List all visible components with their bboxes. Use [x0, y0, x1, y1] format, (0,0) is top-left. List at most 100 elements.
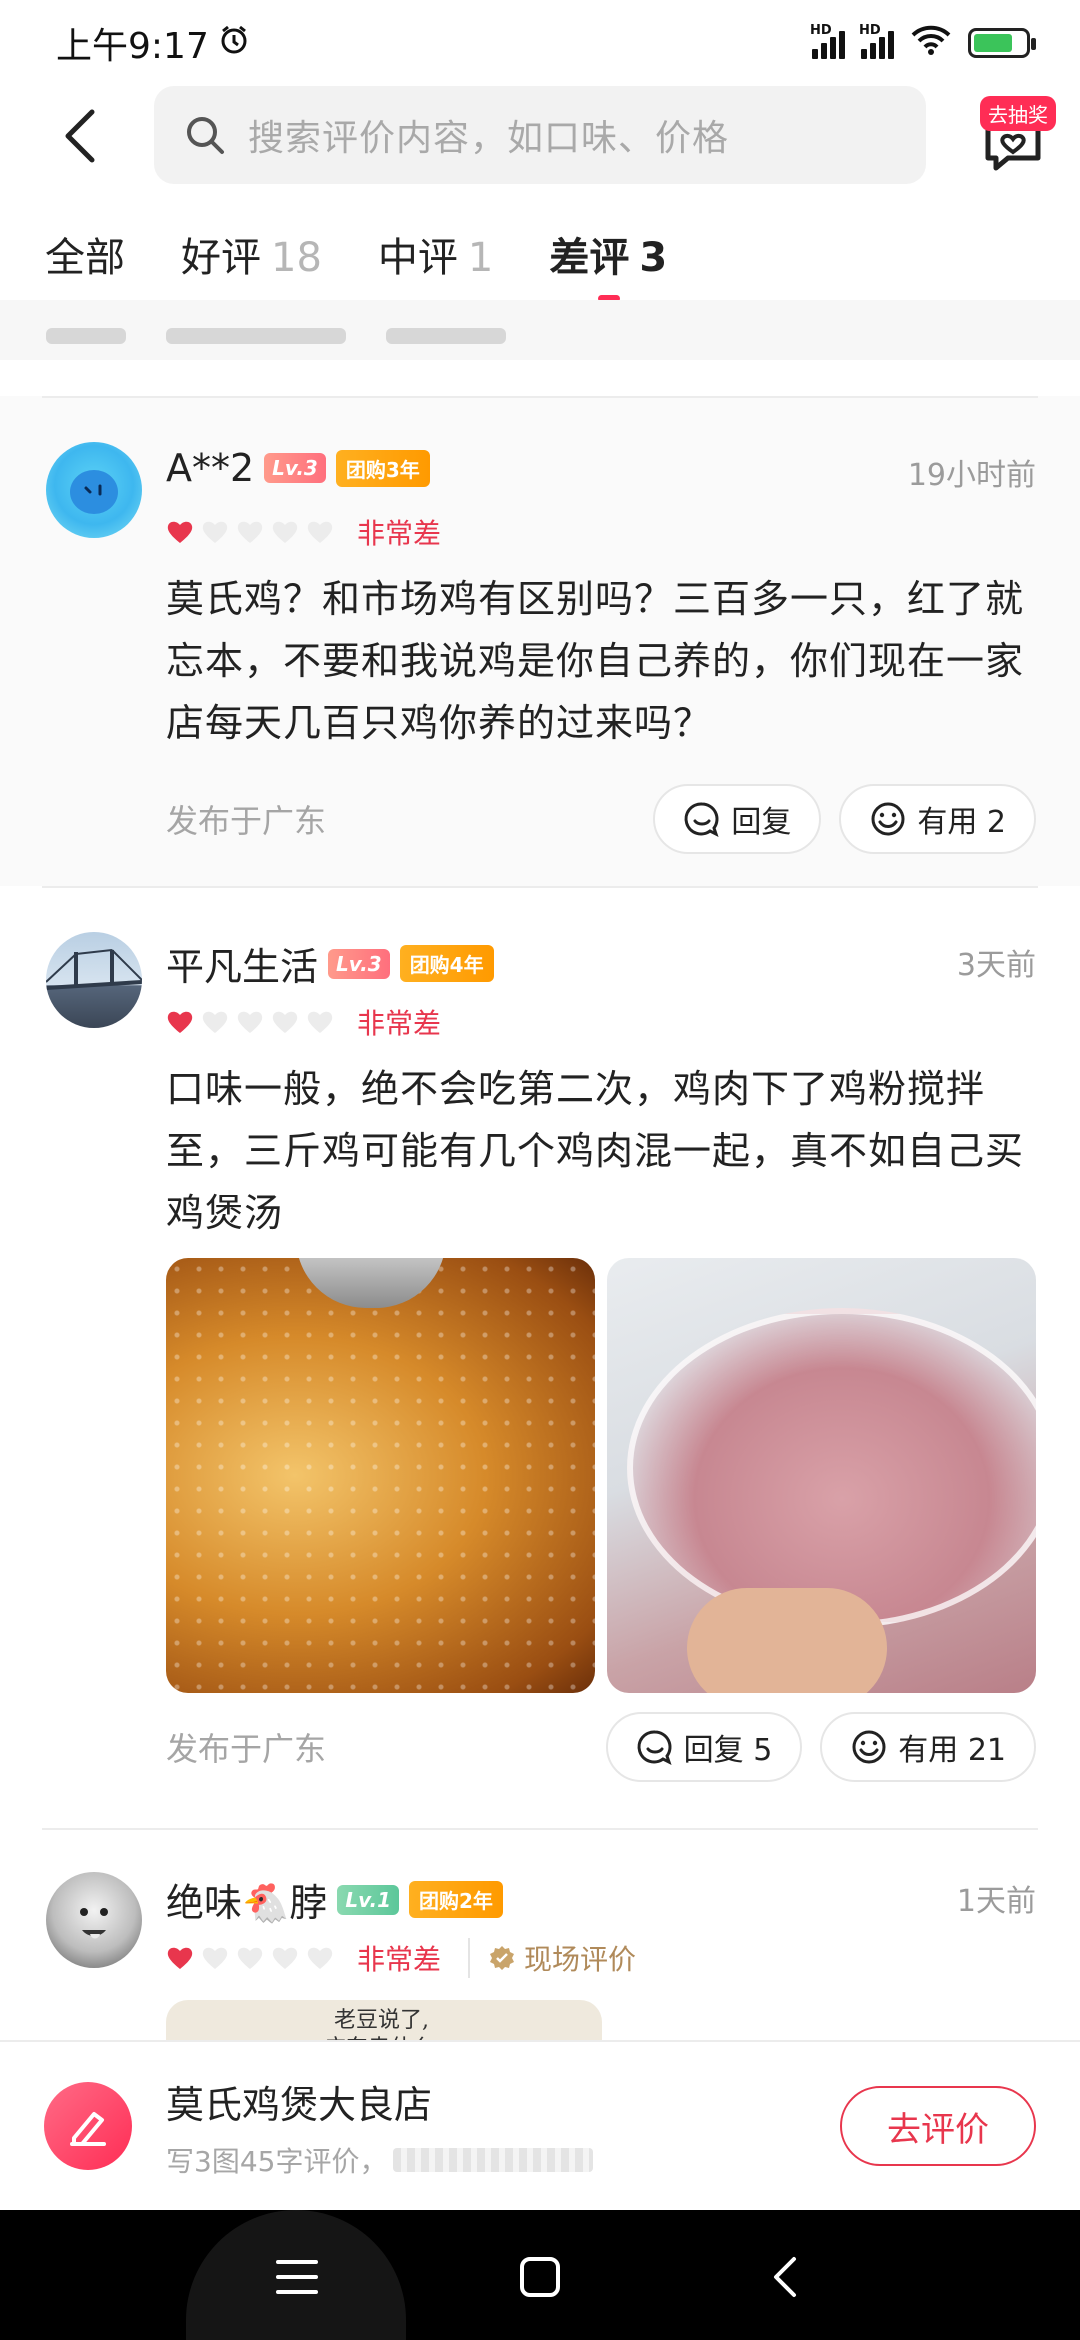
heart-empty-icon — [272, 1011, 298, 1033]
home-button[interactable] — [505, 2242, 575, 2312]
heart-filled-icon — [167, 1011, 193, 1033]
status-time: 上午9:17 — [56, 17, 249, 69]
review-hint: 写3图45字评价， — [166, 2140, 594, 2180]
review-time: 3天前 — [956, 948, 1036, 983]
heart-empty-icon — [307, 521, 333, 543]
location-text: 发布于广东 — [166, 1730, 327, 1768]
smile-icon — [871, 802, 905, 836]
search-icon — [187, 117, 224, 154]
useful-button[interactable]: 有用 21 — [820, 1712, 1036, 1782]
reply-button[interactable]: 回复 5 — [605, 1712, 803, 1782]
rating-text: 非常差 — [357, 1943, 442, 1976]
level-badge: Lv.1 — [337, 1884, 399, 1915]
wifi-icon — [910, 24, 952, 62]
photo-text: 广东卖什么. — [324, 2030, 441, 2040]
menu-button[interactable] — [262, 2242, 332, 2312]
heart-empty-icon — [307, 1011, 333, 1033]
heart-filled-icon — [167, 521, 193, 543]
write-review-bar: 莫氏鸡煲大良店 写3图45字评价， 去评价 — [0, 2040, 1080, 2210]
level-badge: Lv.3 — [264, 453, 326, 483]
scrolled-content-remnant — [0, 300, 1080, 360]
shop-name: 莫氏鸡煲大良店 — [166, 2083, 433, 2127]
tab-negative[interactable]: 差评 3 — [549, 225, 668, 302]
level-badge: Lv.3 — [328, 948, 390, 979]
divider — [42, 396, 1038, 398]
review-content: 莫氏鸡？和市场鸡有区别吗？三百多一只，红了就忘本，不要和我说鸡是你自己养的，你们… — [166, 577, 1025, 745]
review-footer: 发布于广东 回复 有用 2 — [166, 784, 1036, 854]
heart-empty-icon — [307, 1947, 333, 1969]
user-info: A**2 Lv.3 团购3年 — [166, 446, 430, 490]
review-photo[interactable] — [607, 1258, 1036, 1693]
user-info: 绝味🐔脖 Lv.1 团购2年 — [166, 1872, 503, 1927]
verified-icon — [490, 1946, 515, 1970]
search-input[interactable]: 搜索评价内容，如口味、价格 — [154, 86, 926, 184]
tab-count: 1 — [467, 235, 494, 281]
rating-row: 非常差 — [166, 1002, 441, 1042]
chevron-left-icon — [65, 109, 95, 163]
back-icon — [774, 2257, 796, 2297]
comment-icon — [684, 802, 719, 837]
write-review-button[interactable]: 去评价 — [840, 2086, 1036, 2166]
avatar[interactable] — [46, 1872, 142, 1968]
home-square-icon — [520, 2257, 560, 2297]
lottery-button[interactable]: 去抽奖 — [960, 88, 1056, 178]
search-placeholder: 搜索评价内容，如口味、价格 — [248, 118, 730, 159]
status-icons: HD HD — [810, 23, 1036, 62]
signal-icon: HD — [810, 23, 845, 59]
comment-icon — [637, 1730, 672, 1765]
heart-filled-icon — [167, 1947, 193, 1969]
review-card: 绝味🐔脖 Lv.1 团购2年 1天前 非常差 现场评价 老豆说了, 广东卖什么. — [0, 1828, 1080, 2040]
nav-back-button[interactable] — [750, 2242, 820, 2312]
review-card: 平凡生活 Lv.3 团购4年 3天前 非常差 口味一般，绝不会吃第二次，鸡肉下了… — [0, 886, 1080, 1828]
heart-empty-icon — [202, 521, 228, 543]
onsite-review-badge: 现场评价 — [468, 1938, 636, 1978]
rating-row: 非常差 现场评价 — [166, 1938, 636, 1978]
lottery-tag: 去抽奖 — [980, 96, 1056, 131]
tuan-badge: 团购4年 — [399, 945, 494, 982]
rating-text: 非常差 — [357, 517, 442, 550]
review-photo[interactable] — [166, 1258, 595, 1693]
alarm-icon — [219, 23, 249, 64]
useful-button[interactable]: 有用 2 — [839, 784, 1036, 854]
divider — [42, 1828, 1038, 1830]
username[interactable]: 平凡生活 — [166, 936, 318, 991]
review-time: 1天前 — [956, 1884, 1036, 1919]
location-text: 发布于广东 — [166, 802, 327, 840]
username[interactable]: A**2 — [166, 446, 254, 490]
review-footer: 发布于广东 回复 5 有用 21 — [166, 1712, 1036, 1782]
review-card: A**2 Lv.3 团购3年 19小时前 非常差 莫氏鸡？和市场鸡有区别吗？三百… — [0, 396, 1080, 886]
heart-empty-icon — [202, 1947, 228, 1969]
blurred-text — [393, 2148, 594, 2172]
review-photo[interactable]: 老豆说了, 广东卖什么. — [166, 2000, 602, 2040]
rating-text: 非常差 — [357, 1007, 442, 1040]
tab-neutral[interactable]: 中评 1 — [378, 225, 493, 295]
user-info: 平凡生活 Lv.3 团购4年 — [166, 936, 494, 991]
avatar[interactable] — [46, 442, 142, 538]
heart-empty-icon — [237, 521, 263, 543]
rating-row: 非常差 — [166, 512, 441, 552]
smile-icon — [852, 1730, 886, 1764]
divider — [42, 886, 1038, 888]
tab-count: 18 — [271, 235, 322, 281]
username[interactable]: 绝味🐔脖 — [166, 1872, 327, 1927]
menu-icon — [276, 2260, 318, 2294]
tab-all[interactable]: 全部 — [45, 225, 125, 295]
heart-empty-icon — [237, 1011, 263, 1033]
heart-empty-icon — [272, 1947, 298, 1969]
back-button[interactable] — [50, 106, 110, 166]
heart-empty-icon — [237, 1947, 263, 1969]
avatar[interactable] — [46, 932, 142, 1028]
status-bar: 上午9:17 HD HD — [0, 0, 1080, 86]
clock-text: 上午9:17 — [56, 26, 209, 67]
tuan-badge: 团购3年 — [335, 449, 430, 487]
header: 搜索评价内容，如口味、价格 去抽奖 — [0, 86, 1080, 186]
system-nav-bar — [0, 2210, 1080, 2340]
review-content: 口味一般，绝不会吃第二次，鸡肉下了鸡粉搅拌至，三斤鸡可能有几个鸡肉混一起，真不如… — [166, 1067, 1025, 1235]
signal-icon: HD — [859, 23, 894, 59]
heart-empty-icon — [202, 1011, 228, 1033]
tab-count: 3 — [639, 235, 668, 281]
heart-empty-icon — [272, 521, 298, 543]
review-time: 19小时前 — [907, 458, 1036, 493]
tab-positive[interactable]: 好评 18 — [181, 225, 322, 295]
reply-button[interactable]: 回复 — [653, 784, 822, 854]
